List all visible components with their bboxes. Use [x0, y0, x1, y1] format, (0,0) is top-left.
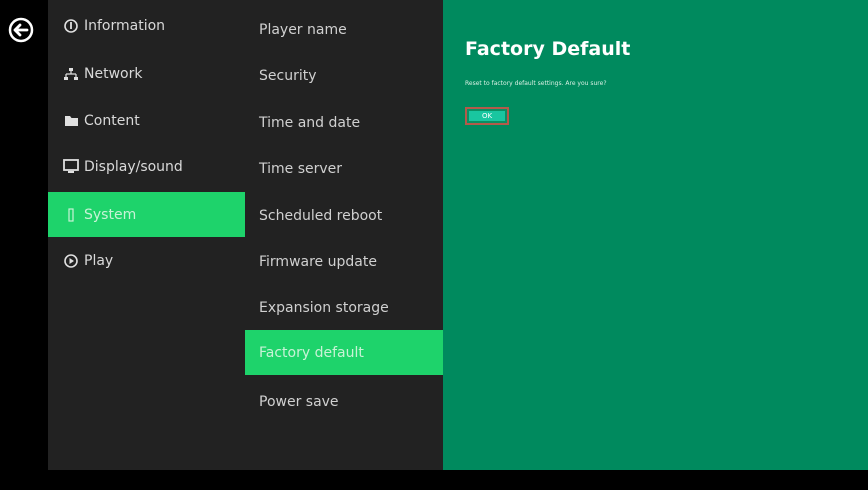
submenu-item-label: Factory default	[259, 344, 364, 361]
menu-item-display-sound[interactable]: Display/sound	[48, 144, 245, 189]
menu-item-label: Content	[84, 112, 140, 129]
submenu-item-label: Player name	[259, 21, 347, 38]
play-icon	[62, 252, 80, 270]
network-icon	[62, 65, 80, 83]
menu-item-label: Play	[84, 252, 114, 269]
menu-item-system[interactable]: System	[48, 192, 245, 237]
submenu-item-label: Time and date	[259, 114, 361, 131]
menu-item-information[interactable]: Information	[48, 3, 245, 48]
confirm-message: Reset to factory default settings. Are y…	[465, 80, 607, 87]
submenu-item-factory-default[interactable]: Factory default	[245, 330, 443, 375]
menu-item-play[interactable]: Play	[48, 238, 245, 283]
submenu-item-label: Power save	[259, 393, 339, 410]
submenu-item-label: Scheduled reboot	[259, 207, 383, 224]
submenu-item-time-server[interactable]: Time server	[245, 146, 443, 191]
back-rail	[0, 0, 48, 470]
info-icon	[62, 17, 80, 35]
submenu-item-label: Security	[259, 67, 317, 84]
submenu-item-time-and-date[interactable]: Time and date	[245, 100, 443, 145]
submenu-item-security[interactable]: Security	[245, 53, 443, 98]
menu-item-label: Information	[84, 17, 166, 34]
submenu-item-label: Firmware update	[259, 253, 377, 270]
screen: Information Network Content Display/soun…	[0, 0, 868, 490]
bottom-bar	[0, 470, 868, 490]
panel-title: Factory Default	[465, 38, 631, 60]
menu-item-label: Display/sound	[84, 158, 183, 175]
menu-item-label: System	[84, 206, 137, 223]
submenu-item-firmware-update[interactable]: Firmware update	[245, 239, 443, 284]
submenu-item-player-name[interactable]: Player name	[245, 7, 443, 52]
menu-item-label: Network	[84, 65, 143, 82]
monitor-icon	[62, 158, 80, 176]
back-arrow-circle-icon	[8, 17, 34, 43]
ok-button[interactable]: OK	[465, 107, 509, 125]
factory-default-panel: Factory Default Reset to factory default…	[443, 0, 868, 470]
submenu-item-scheduled-reboot[interactable]: Scheduled reboot	[245, 193, 443, 238]
menu-item-content[interactable]: Content	[48, 98, 245, 143]
system-submenu: Player name Security Time and date Time …	[245, 0, 443, 470]
system-icon	[62, 206, 80, 224]
main-menu: Information Network Content Display/soun…	[48, 0, 245, 470]
ok-button-label: OK	[469, 111, 505, 121]
menu-item-network[interactable]: Network	[48, 51, 245, 96]
submenu-item-label: Expansion storage	[259, 299, 389, 316]
submenu-item-power-save[interactable]: Power save	[245, 379, 443, 424]
folder-icon	[62, 112, 80, 130]
back-button[interactable]	[8, 17, 34, 43]
submenu-item-label: Time server	[259, 160, 343, 177]
submenu-item-expansion-storage[interactable]: Expansion storage	[245, 285, 443, 330]
